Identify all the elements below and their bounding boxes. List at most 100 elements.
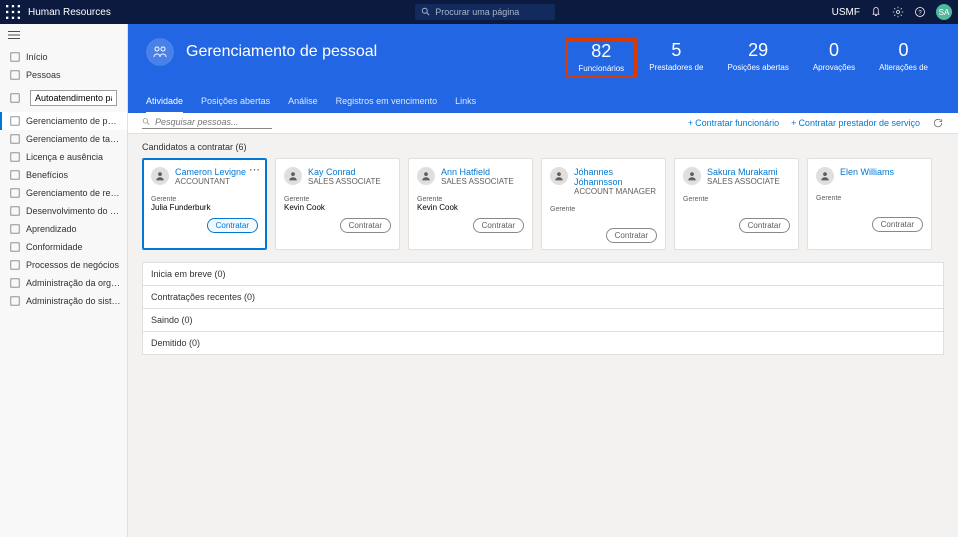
user-avatar[interactable]: SA: [936, 4, 952, 20]
candidate-name[interactable]: Ann Hatfield: [441, 167, 514, 177]
metric-value: 0: [879, 40, 928, 61]
sidebar-item-beneficios[interactable]: Benefícios: [0, 166, 127, 184]
search-icon: [421, 7, 431, 17]
content: Gerenciamento de pessoal 82Funcionários5…: [128, 24, 958, 537]
sidebar-item-admin-org[interactable]: Administração da organização: [0, 274, 127, 292]
sidebar-item-admin-sistema[interactable]: Administração do sistema: [0, 292, 127, 310]
tab[interactable]: Atividade: [146, 92, 183, 114]
hire-button[interactable]: Contratar: [606, 228, 657, 243]
manager-name: Kevin Cook: [417, 203, 524, 212]
search-icon: [142, 117, 151, 127]
company-selector[interactable]: USMF: [832, 7, 860, 18]
self-service-input[interactable]: [30, 90, 117, 106]
sidebar-item-licenca[interactable]: Licença e ausência: [0, 148, 127, 166]
sidebar-item-autoatendimento[interactable]: [0, 84, 127, 112]
hamburger-icon[interactable]: [0, 24, 127, 48]
sidebar-item-aprendizado[interactable]: Aprendizado: [0, 220, 127, 238]
sidebar-item-processos[interactable]: Processos de negócios: [0, 256, 127, 274]
manager-label: Gerente: [151, 196, 258, 203]
person-icon: [550, 167, 568, 185]
manager-label: Gerente: [284, 196, 391, 203]
manager-name: [550, 213, 657, 222]
candidate-cards: ⋯Cameron LevigneACCOUNTANTGerenteJulia F…: [142, 158, 944, 250]
sidebar: InícioPessoasGerenciamento de pessoalGer…: [0, 24, 128, 537]
action-bar: +Contratar funcionário +Contratar presta…: [128, 113, 958, 134]
metric-label: Aprovações: [813, 63, 855, 72]
candidate-name[interactable]: Sakura Murakami: [707, 167, 780, 177]
candidate-role: ACCOUNTANT: [175, 177, 246, 186]
hire-button[interactable]: Contratar: [340, 218, 391, 233]
metric-value: 0: [813, 40, 855, 61]
app-launcher-icon[interactable]: [6, 5, 20, 19]
tab[interactable]: Registros em vencimento: [336, 92, 438, 113]
candidate-card[interactable]: Kay ConradSALES ASSOCIATEGerenteKevin Co…: [275, 158, 400, 250]
manager-name: [683, 203, 790, 212]
hire-employee-link[interactable]: +Contratar funcionário: [688, 118, 779, 128]
search-people-input[interactable]: [155, 117, 272, 127]
sidebar-item-remuneracao[interactable]: Gerenciamento de remuneraç...: [0, 184, 127, 202]
section-row[interactable]: Contratações recentes (0): [142, 286, 944, 309]
sidebar-item-pessoas[interactable]: Pessoas: [0, 66, 127, 84]
candidate-name[interactable]: Cameron Levigne: [175, 167, 246, 177]
svg-text:?: ?: [918, 10, 922, 16]
metric-tile[interactable]: 82Funcionários: [565, 38, 637, 78]
page-title: Gerenciamento de pessoal: [186, 43, 377, 61]
tabs: Atividade Posições abertas Análise Registro…: [146, 92, 940, 113]
section-row[interactable]: Inicia em breve (0): [142, 262, 944, 286]
sidebar-item-inicio[interactable]: Início: [0, 48, 127, 66]
section-row[interactable]: Saindo (0): [142, 309, 944, 332]
metric-tile[interactable]: 29 Posições abertas: [715, 38, 800, 78]
candidate-name[interactable]: Kay Conrad: [308, 167, 381, 177]
help-icon[interactable]: ?: [914, 6, 926, 18]
tab[interactable]: Posições abertas: [201, 92, 270, 113]
person-icon: [816, 167, 834, 185]
bell-icon[interactable]: [870, 6, 882, 18]
manager-name: Julia Funderburk: [151, 203, 258, 212]
sidebar-item-conformidade[interactable]: Conformidade: [0, 238, 127, 256]
tab[interactable]: Links: [455, 92, 476, 113]
person-icon: [683, 167, 701, 185]
section-row[interactable]: Demitido (0): [142, 332, 944, 355]
app-title: Human Resources: [28, 7, 111, 18]
metric-label: Posições abertas: [727, 63, 788, 72]
candidate-card[interactable]: Ann HatfieldSALES ASSOCIATEGerenteKevin …: [408, 158, 533, 250]
metric-value: 29: [727, 40, 788, 61]
hire-button[interactable]: Contratar: [739, 218, 790, 233]
candidate-name[interactable]: Jóhannes Jóhannsson: [574, 167, 657, 187]
topbar: Human Resources Procurar uma página USMF…: [0, 0, 958, 24]
gear-icon[interactable]: [892, 6, 904, 18]
candidate-card[interactable]: ⋯Cameron LevigneACCOUNTANT GerenteJulia F…: [142, 158, 267, 250]
person-icon: [151, 167, 169, 185]
hire-button[interactable]: Contratar: [207, 218, 258, 233]
candidate-name[interactable]: Elen Williams: [840, 167, 894, 177]
person-icon: [417, 167, 435, 185]
sidebar-item-gerenciamento-tarefas[interactable]: Gerenciamento de tarefas: [0, 130, 127, 148]
metric-tile[interactable]: 5 Prestadores de: [637, 38, 715, 78]
manager-name: Kevin Cook: [284, 203, 391, 212]
metric-value: 5: [649, 40, 703, 61]
metric-label: Prestadores de: [649, 63, 703, 72]
body: Candidatos a contratar (6) ⋯Cameron Levi…: [128, 134, 958, 537]
global-search[interactable]: Procurar uma página: [415, 4, 555, 20]
hire-button[interactable]: Contratar: [872, 217, 923, 232]
metric-tile[interactable]: 0Alterações de: [867, 38, 940, 78]
tab[interactable]: Análise: [288, 92, 318, 113]
metric-value: 82: [578, 41, 624, 62]
search-people[interactable]: [142, 117, 272, 129]
hire-button[interactable]: Contratar: [473, 218, 524, 233]
manager-name: [816, 202, 923, 211]
people-icon: [146, 38, 174, 66]
hero: Gerenciamento de pessoal 82Funcionários5…: [128, 24, 958, 113]
candidate-role: SALES ASSOCIATE: [441, 177, 514, 186]
sidebar-item-gerenciamento-pessoal[interactable]: Gerenciamento de pessoal: [0, 112, 127, 130]
sidebar-item-desenvolvimento[interactable]: Desenvolvimento do funcioná...: [0, 202, 127, 220]
candidate-card[interactable]: Jóhannes JóhannssonACCOUNT MANAGERGerent…: [541, 158, 666, 250]
refresh-icon[interactable]: [932, 117, 944, 129]
candidate-card[interactable]: Elen WilliamsGerente Contratar: [807, 158, 932, 250]
hire-contractor-link[interactable]: +Contratar prestador de serviço: [791, 118, 920, 128]
more-icon[interactable]: ⋯: [249, 165, 260, 176]
candidate-card[interactable]: Sakura MurakamiSALES ASSOCIATEGerente Co…: [674, 158, 799, 250]
manager-label: Gerente: [683, 196, 790, 203]
metric-tile[interactable]: 0 Aprovações: [801, 38, 867, 78]
metrics: 82Funcionários 5 Prestadores de 29 Posições …: [565, 38, 940, 78]
